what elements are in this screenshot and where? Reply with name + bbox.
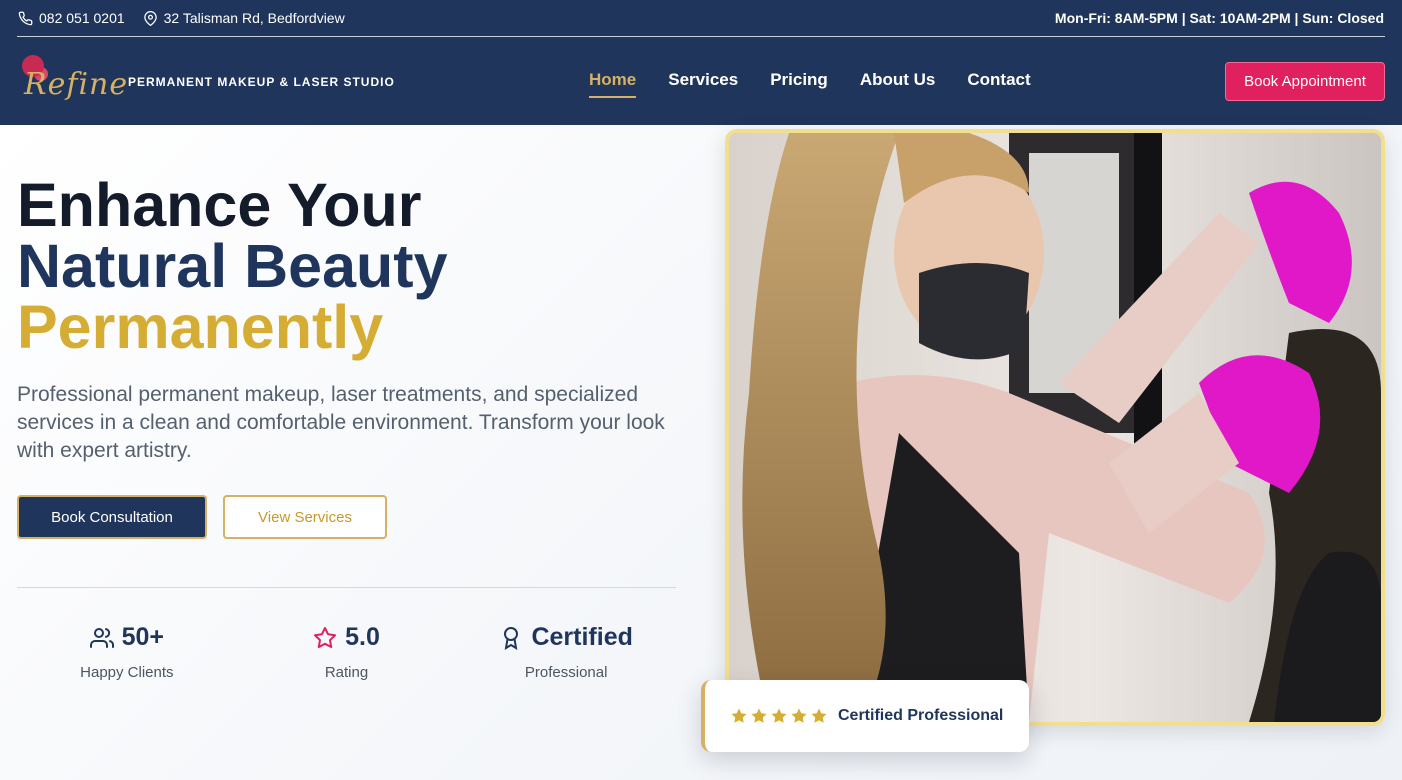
headline-line-3: Permanently	[17, 293, 384, 361]
star-icon	[791, 708, 807, 723]
tagline: PERMANENT MAKEUP & LASER STUDIO	[128, 75, 395, 89]
stat-value: Certified	[531, 623, 633, 651]
phone-link[interactable]: 082 051 0201	[18, 10, 125, 26]
nav-pricing[interactable]: Pricing	[770, 70, 828, 98]
technician-photo-illustration	[729, 133, 1381, 722]
stat-value: 50+	[121, 623, 165, 651]
stat-value: 5.0	[345, 623, 380, 651]
rating-stars	[730, 707, 828, 725]
main-nav: Home Services Pricing About Us Contact	[589, 70, 1031, 98]
top-info-bar: 082 051 0201 32 Talisman Rd, Bedfordview…	[0, 0, 1402, 37]
star-icon	[771, 708, 787, 723]
stat-happy-clients: 50+ Happy Clients	[17, 623, 237, 681]
stat-label: Happy Clients	[80, 664, 174, 681]
main-header: Refine PERMANENT MAKEUP & LASER STUDIO H…	[0, 37, 1402, 125]
book-appointment-button[interactable]: Book Appointment	[1225, 62, 1385, 101]
star-icon	[731, 708, 747, 723]
award-icon	[504, 626, 519, 650]
headline-line-1: Enhance Your	[17, 171, 422, 239]
phone-icon	[18, 11, 33, 25]
map-pin-icon	[143, 10, 157, 26]
address-link[interactable]: 32 Talisman Rd, Bedfordview	[143, 10, 345, 26]
logo[interactable]: Refine	[16, 53, 127, 111]
headline-line-2: Natural Beauty	[17, 232, 448, 300]
users-icon	[89, 627, 114, 648]
book-consultation-button[interactable]: Book Consultation	[17, 495, 207, 539]
stats-divider	[17, 587, 676, 588]
badge-text: Certified Professional	[838, 707, 1004, 724]
star-icon	[811, 708, 827, 723]
nav-services[interactable]: Services	[668, 70, 738, 98]
hero-headline: Enhance Your Natural Beauty Permanently	[17, 175, 448, 358]
logo-text: Refine	[24, 67, 129, 102]
address-text: 32 Talisman Rd, Bedfordview	[163, 10, 345, 26]
nav-contact[interactable]: Contact	[967, 70, 1030, 98]
certified-badge: Certified Professional	[701, 680, 1029, 752]
contact-info: 082 051 0201 32 Talisman Rd, Bedfordview	[18, 10, 345, 26]
view-services-button[interactable]: View Services	[223, 495, 387, 539]
hero-description: Professional permanent makeup, laser tre…	[17, 383, 665, 462]
stat-label: Professional	[524, 664, 608, 681]
nav-about-us[interactable]: About Us	[860, 70, 936, 98]
stat-label: Rating	[324, 664, 369, 681]
stats-row: 50+ Happy Clients 5.0 Rating Certified P…	[17, 623, 676, 681]
hero-photo	[725, 129, 1385, 726]
stat-rating: 5.0 Rating	[237, 623, 457, 681]
nav-home[interactable]: Home	[589, 70, 637, 98]
phone-number: 082 051 0201	[39, 10, 125, 26]
brand[interactable]: Refine PERMANENT MAKEUP & LASER STUDIO	[16, 53, 395, 111]
star-icon	[314, 626, 337, 648]
star-icon	[751, 708, 767, 723]
hero-section: Enhance Your Natural Beauty Permanently …	[0, 125, 1402, 780]
business-hours: Mon-Fri: 8AM-5PM | Sat: 10AM-2PM | Sun: …	[1054, 10, 1384, 26]
stat-certified: Certified Professional	[456, 623, 676, 681]
